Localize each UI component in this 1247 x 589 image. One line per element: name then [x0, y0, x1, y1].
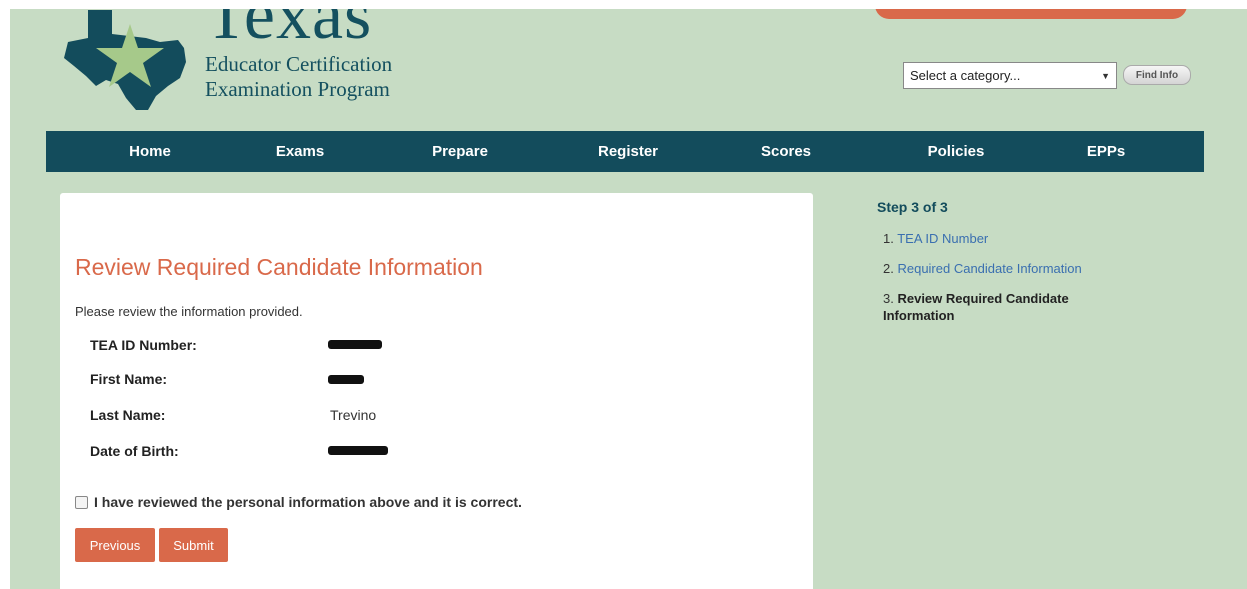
- nav-register[interactable]: Register: [578, 131, 678, 172]
- brand-subtitle-line2: Examination Program: [205, 77, 390, 101]
- first-name-redacted: [328, 375, 364, 384]
- step-item-2: 2. Required Candidate Information: [883, 261, 1082, 276]
- first-name-label: First Name:: [90, 371, 168, 387]
- tea-id-label: TEA ID Number:: [90, 337, 197, 353]
- step-current-label: Review Required Candidate Information: [883, 291, 1069, 323]
- nav-exams[interactable]: Exams: [250, 131, 350, 172]
- nav-epps[interactable]: EPPs: [1056, 131, 1156, 172]
- confirm-row: I have reviewed the personal information…: [75, 494, 522, 510]
- step-number: 2.: [883, 261, 894, 276]
- header-orange-tab[interactable]: [875, 9, 1187, 19]
- nav-scores[interactable]: Scores: [736, 131, 836, 172]
- step-indicator: Step 3 of 3: [877, 199, 948, 215]
- brand-subtitle-line1: Educator Certification: [205, 52, 393, 76]
- category-select-value: Select a category...: [910, 68, 1021, 83]
- main-nav: Home Exams Prepare Register Scores Polic…: [46, 131, 1204, 172]
- texas-map-logo: [64, 10, 186, 110]
- step-item-1: 1. TEA ID Number: [883, 231, 988, 246]
- page: Texas Educator Certification Examination…: [10, 9, 1247, 589]
- brand-subtitle: Educator Certification Examination Progr…: [205, 52, 392, 102]
- tea-id-redacted: [328, 340, 382, 349]
- nav-policies[interactable]: Policies: [906, 131, 1006, 172]
- previous-button[interactable]: Previous: [75, 528, 155, 562]
- submit-button[interactable]: Submit: [159, 528, 228, 562]
- step-item-3: 3. Review Required Candidate Information: [883, 290, 1103, 324]
- find-info-button[interactable]: Find Info: [1123, 65, 1191, 85]
- dob-redacted: [328, 446, 388, 455]
- brand-title: Texas: [205, 9, 373, 54]
- confirm-label[interactable]: I have reviewed the personal information…: [94, 494, 522, 510]
- category-select[interactable]: Select a category... ▼: [903, 62, 1117, 89]
- step-link-tea-id[interactable]: TEA ID Number: [897, 231, 988, 246]
- intro-text: Please review the information provided.: [75, 304, 303, 319]
- content-card: Review Required Candidate Information Pl…: [60, 193, 813, 589]
- last-name-label: Last Name:: [90, 407, 166, 423]
- step-link-required-info[interactable]: Required Candidate Information: [897, 261, 1081, 276]
- nav-home[interactable]: Home: [100, 131, 200, 172]
- step-number: 1.: [883, 231, 894, 246]
- nav-prepare[interactable]: Prepare: [410, 131, 510, 172]
- dob-label: Date of Birth:: [90, 443, 179, 459]
- confirm-checkbox[interactable]: [75, 495, 88, 509]
- step-number: 3.: [883, 291, 894, 306]
- last-name-value: Trevino: [330, 407, 377, 423]
- chevron-down-icon: ▼: [1101, 70, 1110, 81]
- page-title: Review Required Candidate Information: [75, 254, 483, 280]
